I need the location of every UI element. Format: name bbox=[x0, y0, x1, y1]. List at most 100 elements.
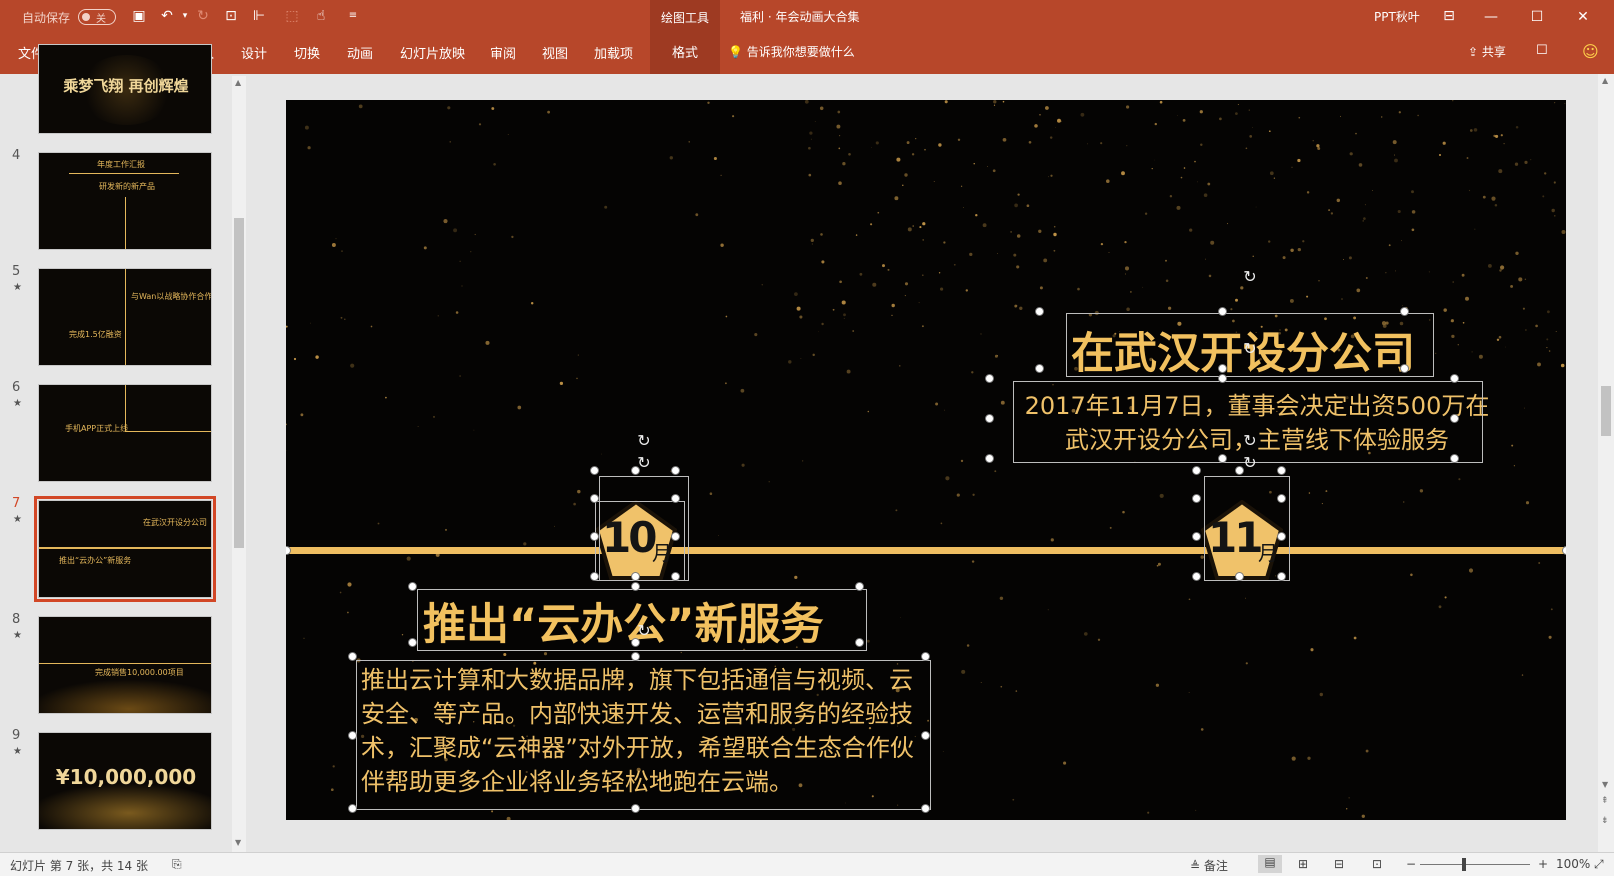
close-button[interactable]: ✕ bbox=[1560, 0, 1606, 34]
selection-handle[interactable] bbox=[1400, 307, 1409, 316]
selection-handle[interactable] bbox=[855, 582, 864, 591]
touch-mode-icon[interactable]: ☝ bbox=[312, 7, 330, 25]
selection-handle[interactable] bbox=[631, 652, 640, 661]
scroll-up-icon[interactable]: ▲ bbox=[235, 78, 241, 87]
scroll-down-icon[interactable]: ▼ bbox=[235, 838, 241, 847]
scrollbar-thumb[interactable] bbox=[234, 218, 244, 548]
selection-handle[interactable] bbox=[1192, 572, 1201, 581]
customize-qat-icon[interactable]: ≡ bbox=[344, 7, 362, 25]
fit-to-window-icon[interactable]: ⤢ bbox=[1594, 857, 1604, 872]
selection-handle[interactable] bbox=[1562, 546, 1566, 555]
normal-view-icon[interactable]: ▤ bbox=[1258, 855, 1282, 873]
user-name[interactable]: PPT秋叶 bbox=[1374, 8, 1420, 25]
rotate-handle-icon[interactable]: ↻ bbox=[635, 454, 653, 472]
scroll-down-icon[interactable]: ▼ bbox=[1602, 780, 1608, 789]
comments-icon[interactable]: ☐ bbox=[1536, 43, 1548, 58]
selection-handle[interactable] bbox=[921, 804, 930, 813]
selection-handle[interactable] bbox=[1192, 494, 1201, 503]
selection-handle[interactable] bbox=[985, 374, 994, 383]
selection-handle[interactable] bbox=[1218, 364, 1227, 373]
tab-transitions[interactable]: 切换 bbox=[294, 43, 320, 62]
tell-me-search[interactable]: 💡 告诉我你想要做什么 bbox=[728, 43, 855, 60]
share-button[interactable]: ⇪ 共享 bbox=[1468, 43, 1506, 60]
rotate-handle-icon[interactable]: ↻ bbox=[635, 622, 653, 640]
selection-handle[interactable] bbox=[671, 494, 680, 503]
timeline-line[interactable] bbox=[286, 547, 1566, 554]
selection-handle[interactable] bbox=[348, 731, 357, 740]
zoom-slider-knob[interactable] bbox=[1462, 858, 1466, 871]
tab-animations[interactable]: 动画 bbox=[347, 43, 373, 62]
selection-handle[interactable] bbox=[631, 582, 640, 591]
selection-handle[interactable] bbox=[1218, 374, 1227, 383]
selection-handle[interactable] bbox=[408, 638, 417, 647]
slide-thumbnail-7[interactable]: 在武汉开设分公司 推出“云办公”新服务 bbox=[34, 496, 216, 602]
selection-handle[interactable] bbox=[590, 466, 599, 475]
selection-handle[interactable] bbox=[348, 804, 357, 813]
slideshow-icon[interactable]: ⊡ bbox=[1372, 857, 1382, 871]
tab-review[interactable]: 审阅 bbox=[490, 43, 516, 62]
present-icon[interactable]: ⊡ bbox=[222, 7, 240, 25]
tab-view[interactable]: 视图 bbox=[542, 43, 568, 62]
align-icon[interactable]: ⊩ bbox=[250, 7, 268, 25]
selection-handle[interactable] bbox=[1400, 364, 1409, 373]
editor-scrollbar[interactable]: ▲ ▼ ⇞ ⇟ bbox=[1598, 74, 1614, 852]
ribbon-display-icon[interactable]: ⊟ bbox=[1440, 7, 1458, 25]
selection-handle[interactable] bbox=[1035, 307, 1044, 316]
selection-handle[interactable] bbox=[1192, 532, 1201, 541]
undo-dropdown-icon[interactable]: ▾ bbox=[176, 7, 194, 25]
zoom-level[interactable]: 100% bbox=[1556, 857, 1590, 871]
selection-handle[interactable] bbox=[1218, 454, 1227, 463]
minimize-button[interactable]: — bbox=[1468, 0, 1514, 34]
selection-handle[interactable] bbox=[348, 652, 357, 661]
selection-handle[interactable] bbox=[1277, 532, 1286, 541]
selection-handle[interactable] bbox=[1450, 374, 1459, 383]
selection-handle[interactable] bbox=[590, 494, 599, 503]
zoom-in-button[interactable]: + bbox=[1538, 857, 1548, 871]
spelling-check-icon[interactable]: ⎘ bbox=[172, 857, 182, 872]
maximize-button[interactable]: ☐ bbox=[1514, 0, 1560, 34]
zoom-slider[interactable] bbox=[1420, 864, 1530, 865]
rotate-handle-icon[interactable]: ↻ bbox=[1241, 432, 1259, 450]
selection-handle[interactable] bbox=[408, 582, 417, 591]
slide-thumbnail-4[interactable]: 年度工作汇报 研发新的新产品 bbox=[38, 152, 212, 250]
selection-handle[interactable] bbox=[1192, 466, 1201, 475]
thumbnail-scrollbar[interactable]: ▲ ▼ bbox=[232, 76, 246, 852]
tab-addins[interactable]: 加载项 bbox=[594, 43, 633, 62]
zoom-out-button[interactable]: − bbox=[1406, 857, 1416, 871]
selection-handle[interactable] bbox=[1277, 572, 1286, 581]
selection-handle[interactable] bbox=[855, 638, 864, 647]
selection-handle[interactable] bbox=[1218, 307, 1227, 316]
selection-handle[interactable] bbox=[985, 454, 994, 463]
selection-handle[interactable] bbox=[1235, 572, 1244, 581]
slide-thumbnail-5[interactable]: 与Wan以战略协作合作 完成1.5亿融资 bbox=[38, 268, 212, 366]
tab-format[interactable]: 格式 bbox=[650, 42, 720, 61]
scrollbar-thumb[interactable] bbox=[1601, 386, 1611, 436]
autosave-toggle[interactable]: 关 bbox=[78, 9, 116, 25]
scroll-up-icon[interactable]: ▲ bbox=[1602, 76, 1608, 85]
group-icon[interactable]: ⬚ bbox=[283, 7, 301, 25]
slide-thumbnail-9[interactable]: ¥10,000,000 bbox=[38, 732, 212, 830]
selection-handle[interactable] bbox=[631, 804, 640, 813]
selection-handle[interactable] bbox=[1450, 454, 1459, 463]
next-slide-icon[interactable]: ⇟ bbox=[1601, 816, 1609, 826]
rotate-handle-icon[interactable]: ↻ bbox=[1241, 268, 1259, 286]
redo-icon[interactable]: ↻ bbox=[194, 7, 212, 25]
selection-handle[interactable] bbox=[631, 572, 640, 581]
selection-handle[interactable] bbox=[590, 572, 599, 581]
selection-handle[interactable] bbox=[1277, 494, 1286, 503]
previous-slide-icon[interactable]: ⇞ bbox=[1601, 796, 1609, 806]
undo-icon[interactable]: ↶ bbox=[158, 7, 176, 25]
slide-sorter-icon[interactable]: ⊞ bbox=[1298, 857, 1308, 871]
selection-handle[interactable] bbox=[1450, 414, 1459, 423]
reading-view-icon[interactable]: ⊟ bbox=[1334, 857, 1344, 871]
selection-handle[interactable] bbox=[671, 466, 680, 475]
rotate-handle-icon[interactable]: ↻ bbox=[1241, 454, 1259, 472]
slide-thumbnail-6[interactable]: 手机APP正式上线 bbox=[38, 384, 212, 482]
rotate-handle-icon[interactable]: ↻ bbox=[1241, 340, 1259, 358]
selection-handle[interactable] bbox=[985, 414, 994, 423]
selection-handle[interactable] bbox=[590, 532, 599, 541]
rotate-handle-icon[interactable]: ↻ bbox=[635, 432, 653, 450]
tab-design[interactable]: 设计 bbox=[241, 43, 267, 62]
selection-handle[interactable] bbox=[921, 652, 930, 661]
selection-handle[interactable] bbox=[1035, 364, 1044, 373]
